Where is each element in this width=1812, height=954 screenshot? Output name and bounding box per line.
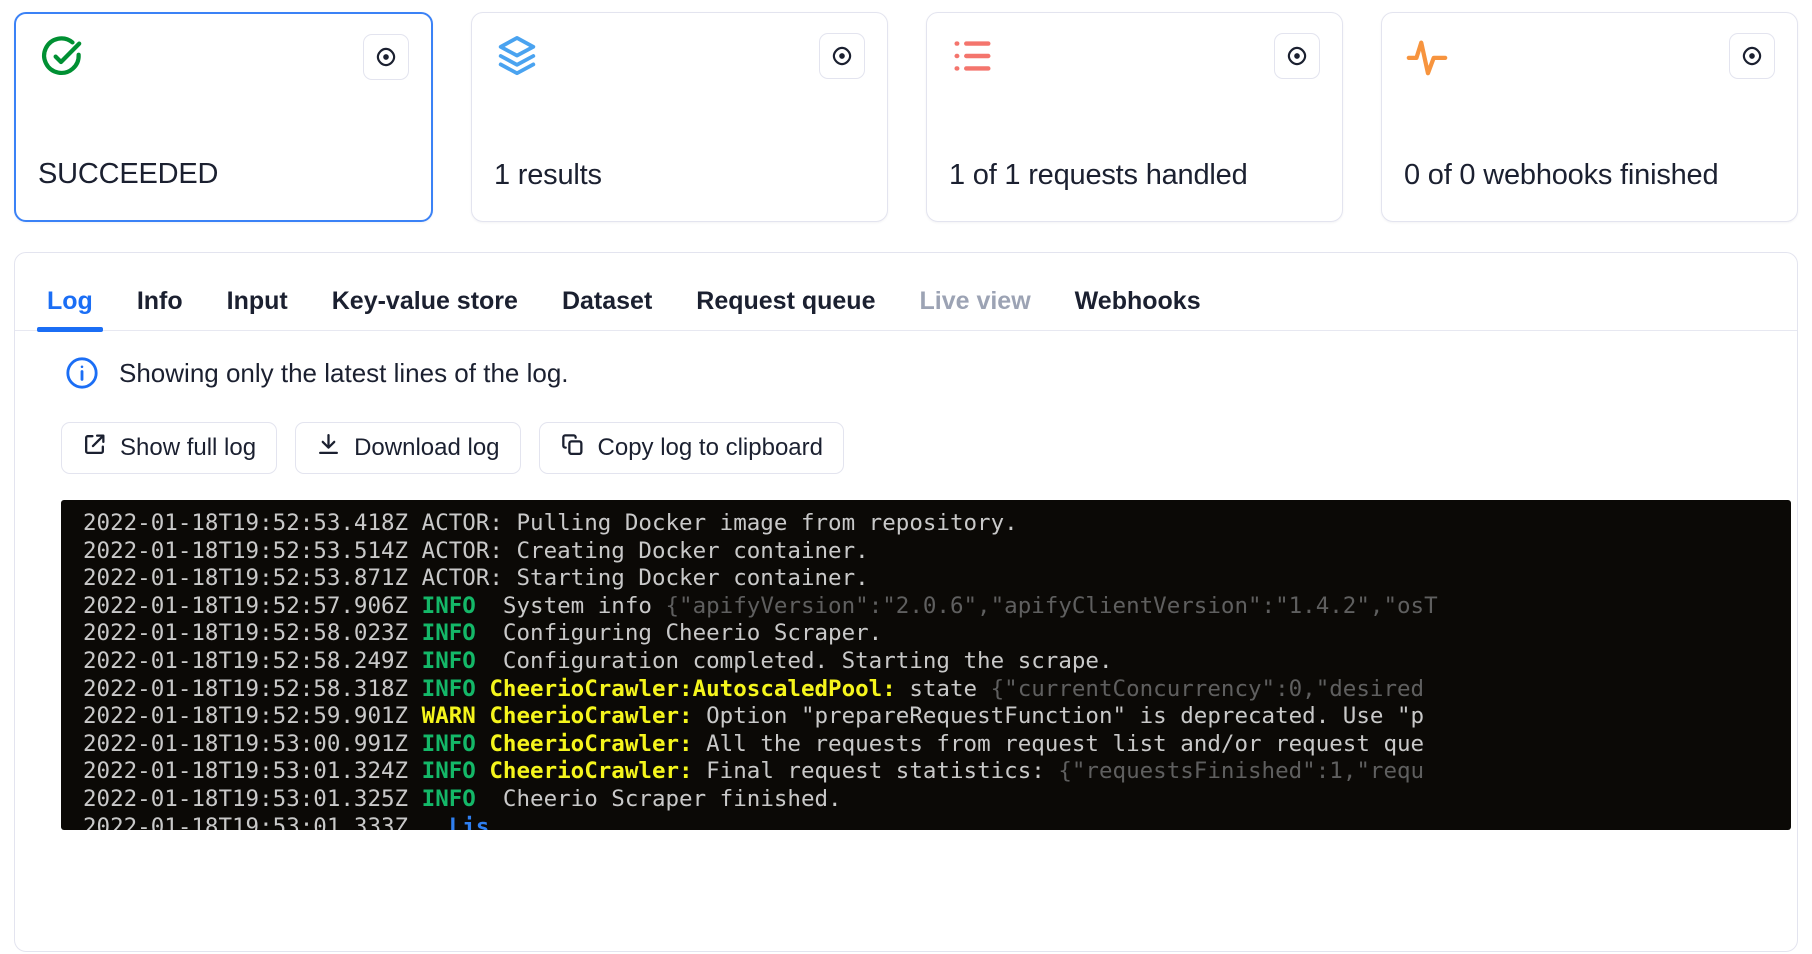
tab-request-queue[interactable]: Request queue <box>674 289 897 330</box>
stat-card-label: 1 results <box>494 158 602 191</box>
tab-live-view[interactable]: Live view <box>897 289 1052 330</box>
view-status-button[interactable] <box>363 34 409 80</box>
card-top <box>949 33 1320 79</box>
log-console[interactable]: 2022-01-18T19:52:53.418Z ACTOR: Pulling … <box>61 500 1791 830</box>
stat-card-status[interactable]: SUCCEEDED <box>14 12 433 222</box>
stat-card-label: 1 of 1 requests handled <box>949 158 1248 191</box>
stat-card-requests[interactable]: 1 of 1 requests handled <box>926 12 1343 222</box>
button-label: Download log <box>354 434 500 461</box>
external-link-icon <box>82 432 107 464</box>
tab-dataset[interactable]: Dataset <box>540 289 674 330</box>
run-detail-panel: Log Info Input Key-value store Dataset R… <box>14 252 1798 952</box>
show-full-log-button[interactable]: Show full log <box>61 422 278 474</box>
card-top <box>494 33 865 79</box>
view-results-button[interactable] <box>819 33 865 79</box>
stat-card-webhooks[interactable]: 0 of 0 webhooks finished <box>1381 12 1798 222</box>
log-actions: Show full log Download log Copy log to c… <box>15 390 1797 474</box>
list-icon <box>949 33 995 79</box>
check-circle-icon <box>38 34 84 80</box>
download-log-button[interactable]: Download log <box>295 422 521 474</box>
log-line: 2022-01-18T19:52:53.514Z ACTOR: Creating… <box>83 537 869 564</box>
tab-webhooks[interactable]: Webhooks <box>1053 289 1223 330</box>
copy-icon <box>560 432 585 464</box>
log-line: 2022-01-18T19:52:58.318Z INFO CheerioCra… <box>83 675 1425 702</box>
stat-card-results[interactable]: 1 results <box>471 12 888 222</box>
tab-key-value-store[interactable]: Key-value store <box>310 289 540 330</box>
card-top <box>1404 33 1775 79</box>
tab-input[interactable]: Input <box>205 289 310 330</box>
view-requests-button[interactable] <box>1274 33 1320 79</box>
download-icon <box>316 432 341 464</box>
pulse-icon <box>1404 33 1450 79</box>
log-line: 2022-01-18T19:52:59.901Z WARN CheerioCra… <box>83 703 1425 730</box>
log-line: 2022-01-18T19:53:01.333Z Lis <box>83 813 490 830</box>
button-label: Copy log to clipboard <box>597 434 823 461</box>
info-circle-icon <box>65 356 99 390</box>
log-line: 2022-01-18T19:53:00.991Z INFO CheerioCra… <box>83 730 1425 757</box>
log-line: 2022-01-18T19:53:01.324Z INFO CheerioCra… <box>83 758 1425 785</box>
log-notice: Showing only the latest lines of the log… <box>15 331 1797 390</box>
log-line: 2022-01-18T19:52:58.023Z INFO Configurin… <box>83 620 883 647</box>
run-detail-page: SUCCEEDED 1 results 1 of 1 requests hand… <box>0 0 1812 954</box>
tab-bar: Log Info Input Key-value store Dataset R… <box>15 253 1797 332</box>
log-notice-text: Showing only the latest lines of the log… <box>119 357 569 388</box>
view-webhooks-button[interactable] <box>1729 33 1775 79</box>
layers-icon <box>494 33 540 79</box>
stat-card-label: 0 of 0 webhooks finished <box>1404 158 1719 191</box>
stat-cards-row: SUCCEEDED 1 results 1 of 1 requests hand… <box>0 0 1812 222</box>
tab-info[interactable]: Info <box>115 289 205 330</box>
button-label: Show full log <box>120 434 257 461</box>
tab-log[interactable]: Log <box>25 289 115 332</box>
log-line: 2022-01-18T19:52:53.871Z ACTOR: Starting… <box>83 565 869 592</box>
log-line: 2022-01-18T19:52:53.418Z ACTOR: Pulling … <box>83 510 1018 536</box>
copy-log-button[interactable]: Copy log to clipboard <box>538 422 844 474</box>
card-top <box>38 34 409 80</box>
log-line: 2022-01-18T19:53:01.325Z INFO Cheerio Sc… <box>83 785 842 812</box>
log-line: 2022-01-18T19:52:57.906Z INFO System inf… <box>83 592 1438 619</box>
stat-card-label: SUCCEEDED <box>38 157 219 190</box>
log-line: 2022-01-18T19:52:58.249Z INFO Configurat… <box>83 647 1113 674</box>
